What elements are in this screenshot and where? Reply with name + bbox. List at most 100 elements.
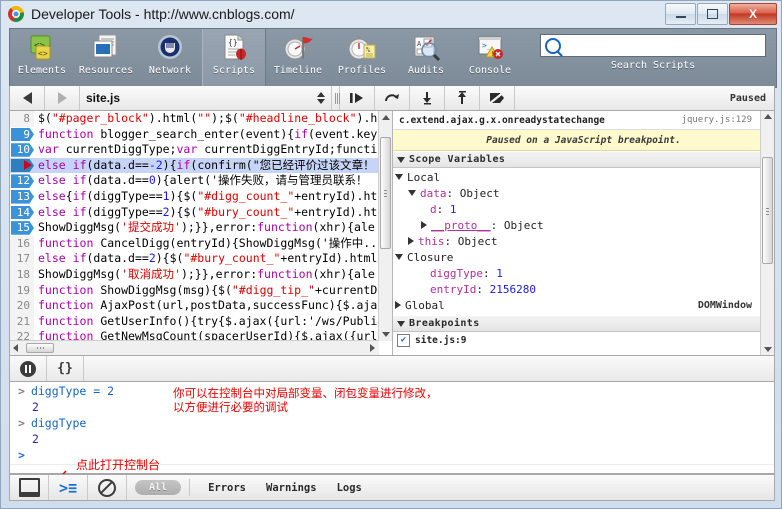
chevron-right-icon[interactable] <box>408 237 414 245</box>
breakpoints-header[interactable]: Breakpoints <box>393 315 774 332</box>
source-line[interactable]: 9function blogger_search_enter(event){if… <box>10 127 392 143</box>
back-button[interactable] <box>10 86 45 110</box>
line-number-gutter[interactable]: 19 <box>10 283 34 299</box>
filter-warnings[interactable]: Warnings <box>266 482 317 494</box>
scope-node[interactable]: Closure <box>395 249 774 265</box>
source-line[interactable]: 21function GetUserInfo(){try{$.ajax({url… <box>10 314 392 330</box>
sidebar-scroll-down-icon[interactable] <box>764 347 772 352</box>
forward-button[interactable] <box>45 86 80 110</box>
source-code-pane[interactable]: 8$("#pager_block").html("");$("#headline… <box>10 111 393 355</box>
source-vertical-scrollbar[interactable] <box>378 111 392 341</box>
scope-node[interactable]: diggType: 1 <box>395 265 774 281</box>
source-line[interactable]: 15ShowDiggMsg('提交成功');}},error:function(… <box>10 220 392 236</box>
scope-node[interactable]: entryId: 2156280 <box>395 281 774 297</box>
chevron-right-icon[interactable] <box>395 301 401 309</box>
source-line[interactable]: 17else if(data.d==2){$("#bury_count_"+en… <box>10 251 392 267</box>
source-line-text: function CancelDigg(entryId){ShowDiggMsg… <box>34 236 392 252</box>
scroll-right-icon[interactable] <box>370 344 375 352</box>
line-number-gutter[interactable]: 10 <box>10 142 34 158</box>
chevron-down-icon[interactable] <box>395 174 403 180</box>
scope-node[interactable]: data: Object <box>395 185 774 201</box>
line-number-gutter[interactable]: 8 <box>10 111 34 127</box>
pause-on-exceptions-button[interactable] <box>10 356 47 381</box>
pretty-print-button[interactable]: {} <box>47 356 84 381</box>
scope-node[interactable]: __proto__: Object <box>395 217 774 233</box>
source-line-text: ShowDiggMsg('提交成功');}},error:function(xh… <box>34 220 392 236</box>
step-out-button[interactable] <box>445 86 480 110</box>
step-over-button[interactable] <box>375 86 410 110</box>
file-selector[interactable]: site.js <box>80 86 332 110</box>
source-line[interactable]: 16function CancelDigg(entryId){ShowDiggM… <box>10 236 392 252</box>
line-number-gutter[interactable]: 20 <box>10 298 34 314</box>
source-line-text: else if(data.d==-2){if(confirm("您已经评价过该文… <box>34 158 392 174</box>
source-horizontal-scrollbar[interactable] <box>10 340 379 355</box>
filter-errors[interactable]: Errors <box>208 482 246 494</box>
line-number-gutter[interactable]: 14 <box>10 205 34 221</box>
line-number-gutter[interactable]: 9 <box>10 127 34 143</box>
panel-button-scripts[interactable]: {} Scripts <box>202 29 266 87</box>
console-icon: >_ ! <box>473 32 507 64</box>
scope-node-name: __proto__ <box>431 219 491 232</box>
panel-button-network[interactable]: Network <box>138 29 202 87</box>
source-line[interactable]: 8$("#pager_block").html("");$("#headline… <box>10 111 392 127</box>
call-stack-frame[interactable]: c.extend.ajax.g.x.onreadystatechange jqu… <box>393 111 774 130</box>
source-line[interactable]: 18ShowDiggMsg('取消成功');}},error:function(… <box>10 267 392 283</box>
source-scroll-thumb[interactable] <box>380 137 391 249</box>
splitter-grip[interactable] <box>332 86 340 110</box>
filter-logs[interactable]: Logs <box>337 482 362 494</box>
scope-variables-header[interactable]: Scope Variables <box>393 151 774 168</box>
step-into-button[interactable] <box>410 86 445 110</box>
source-line[interactable]: 14else if(diggType==2){$("#bury_count_"+… <box>10 205 392 221</box>
scope-node[interactable]: Local <box>395 169 774 185</box>
scroll-left-icon[interactable] <box>13 344 18 352</box>
source-line[interactable]: 20function AjaxPost(url,postData,success… <box>10 298 392 314</box>
sidebar-scroll-up-icon[interactable] <box>764 114 772 119</box>
line-number-gutter[interactable]: 17 <box>10 251 34 267</box>
scope-node[interactable]: d: 1 <box>395 201 774 217</box>
scroll-up-icon[interactable] <box>379 111 392 124</box>
sidebar-scrollbar[interactable] <box>760 111 774 355</box>
chevron-down-icon[interactable] <box>395 254 403 260</box>
sidebar-scroll-thumb[interactable] <box>762 157 773 264</box>
count-badge[interactable]: All <box>135 480 181 495</box>
console-output[interactable]: > diggType = 2 2 > diggType 2 > 你可以在控制台中… <box>9 382 775 474</box>
line-number-gutter[interactable]: 21 <box>10 314 34 330</box>
source-line[interactable]: 13else{if(diggType==1){$("#digg_count_"+… <box>10 189 392 205</box>
breakpoint-checkbox[interactable] <box>397 334 410 347</box>
source-hscroll-thumb[interactable] <box>26 343 54 353</box>
panel-button-timeline[interactable]: Timeline <box>266 29 330 87</box>
source-line-text: else{if(diggType==1){$("#digg_count_"+en… <box>34 189 392 205</box>
chevron-right-icon[interactable] <box>421 221 427 229</box>
source-line[interactable]: 12else if(data.d==0){alert('操作失败，请与管理员联系… <box>10 173 392 189</box>
panel-button-profiles[interactable]: % Profiles <box>330 29 394 87</box>
deactivate-breakpoints-button[interactable] <box>480 86 515 110</box>
search-box[interactable] <box>540 34 766 57</box>
clear-console-button[interactable] <box>88 475 127 500</box>
line-number-gutter[interactable]: 16 <box>10 236 34 252</box>
line-number-gutter[interactable]: 15 <box>10 220 34 236</box>
scope-node[interactable]: this: Object <box>395 233 774 249</box>
line-number-gutter[interactable]: 12 <box>10 173 34 189</box>
panel-button-console[interactable]: >_ ! Console <box>458 29 522 87</box>
source-line[interactable]: else if(data.d==-2){if(confirm("您已经评价过该文… <box>10 158 392 174</box>
devtools-panel-toolbar: <> <> Elements Resources <box>9 28 777 88</box>
minimize-button[interactable] <box>665 3 696 25</box>
chevron-down-icon[interactable] <box>408 190 416 196</box>
breakpoint-row[interactable]: site.js:9 <box>393 332 774 349</box>
line-number-gutter[interactable]: 13 <box>10 189 34 205</box>
maximize-button[interactable] <box>697 3 728 25</box>
panel-button-resources[interactable]: Resources <box>74 29 138 87</box>
panel-button-elements[interactable]: <> <> Elements <box>10 29 74 87</box>
source-line[interactable]: 19function ShowDiggMsg(msg){$("#digg_tip… <box>10 283 392 299</box>
close-button[interactable]: X <box>729 3 777 25</box>
search-input[interactable] <box>564 39 761 53</box>
panel-button-audits[interactable]: A Audits <box>394 29 458 87</box>
scroll-down-icon[interactable] <box>379 328 392 341</box>
line-number-gutter[interactable] <box>10 158 34 174</box>
line-number-gutter[interactable]: 18 <box>10 267 34 283</box>
toggle-console-button[interactable]: >≡ <box>49 475 88 500</box>
source-line[interactable]: 10var currentDiggType;var currentDiggEnt… <box>10 142 392 158</box>
resume-button[interactable] <box>340 86 375 110</box>
dock-button[interactable] <box>10 475 49 500</box>
scope-node[interactable]: GlobalDOMWindow <box>395 297 774 313</box>
